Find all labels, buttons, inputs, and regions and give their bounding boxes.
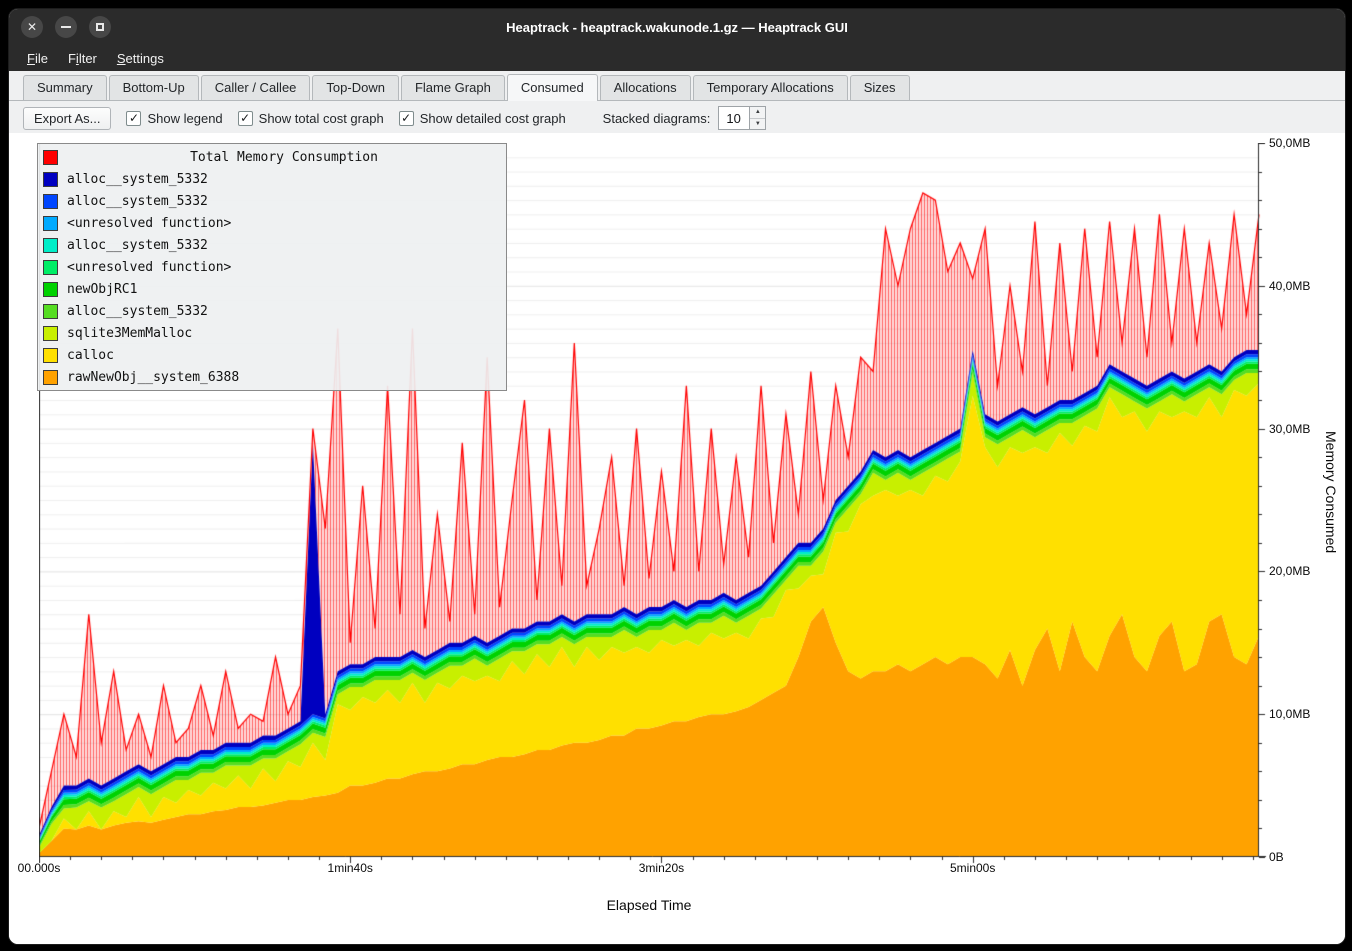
tab-caller-callee[interactable]: Caller / Callee (201, 75, 311, 100)
x-tick-label: 5min00s (950, 861, 995, 875)
x-tick-label: 3min20s (639, 861, 684, 875)
legend-row: <unresolved function> (43, 256, 501, 278)
y-tick-label: 40,0MB (1269, 279, 1310, 293)
app-window: ✕ Heaptrack - heaptrack.wakunode.1.gz — … (8, 8, 1346, 945)
chart-panel: Total Memory Consumption alloc__system_5… (9, 133, 1345, 944)
export-as-button[interactable]: Export As... (23, 107, 111, 130)
legend-title-row: Total Memory Consumption (43, 146, 501, 168)
legend-label: alloc__system_5332 (67, 172, 208, 187)
legend-row: calloc (43, 344, 501, 366)
tab-bottom-up[interactable]: Bottom-Up (109, 75, 199, 100)
x-tick-label: 1min40s (328, 861, 373, 875)
legend-label: alloc__system_5332 (67, 194, 208, 209)
spin-up-button[interactable]: ▲ (750, 107, 765, 119)
legend-color-swatch (43, 238, 58, 253)
y-tick-label: 10,0MB (1269, 707, 1310, 721)
legend-row: sqlite3MemMalloc (43, 322, 501, 344)
window-title: Heaptrack - heaptrack.wakunode.1.gz — He… (9, 20, 1345, 35)
tab-bar: SummaryBottom-UpCaller / CalleeTop-DownF… (9, 71, 1345, 101)
legend-color-swatch (43, 282, 58, 297)
legend-title: Total Memory Consumption (67, 150, 501, 165)
x-axis-title: Elapsed Time (607, 897, 692, 913)
legend-row: <unresolved function> (43, 212, 501, 234)
legend-row: alloc__system_5332 (43, 234, 501, 256)
checkbox-check-icon: ✓ (238, 111, 253, 126)
legend-row: alloc__system_5332 (43, 168, 501, 190)
x-tick-label: 00.000s (18, 861, 61, 875)
checkbox-check-icon: ✓ (399, 111, 414, 126)
tab-allocations[interactable]: Allocations (600, 75, 691, 100)
spin-down-button[interactable]: ▼ (750, 119, 765, 130)
checkbox-show-legend[interactable]: ✓ Show legend (126, 111, 222, 126)
legend-row: alloc__system_5332 (43, 300, 501, 322)
y-tick-label: 20,0MB (1269, 564, 1310, 578)
stacked-diagrams-label: Stacked diagrams: (603, 111, 711, 126)
legend-label: alloc__system_5332 (67, 238, 208, 253)
y-axis-title: Memory Consumed (1323, 431, 1339, 553)
stacked-diagrams-spinbox: 10 ▲ ▼ (718, 106, 766, 130)
menu-filter[interactable]: Filter (58, 48, 107, 69)
legend-label: alloc__system_5332 (67, 304, 208, 319)
title-bar: ✕ Heaptrack - heaptrack.wakunode.1.gz — … (9, 9, 1345, 45)
tab-top-down[interactable]: Top-Down (312, 75, 399, 100)
y-tick-label: 50,0MB (1269, 136, 1310, 150)
legend-label: <unresolved function> (67, 260, 231, 275)
legend-label: <unresolved function> (67, 216, 231, 231)
legend-label: sqlite3MemMalloc (67, 326, 192, 341)
chart-legend: Total Memory Consumption alloc__system_5… (37, 143, 507, 391)
menu-file[interactable]: File (17, 48, 58, 69)
menu-bar: FileFilterSettings (9, 45, 1345, 71)
legend-row: newObjRC1 (43, 278, 501, 300)
legend-items: alloc__system_5332 alloc__system_5332 <unr… (43, 168, 501, 388)
checkbox-show-detailed-cost-graph[interactable]: ✓ Show detailed cost graph (399, 111, 566, 126)
legend-color-swatch (43, 326, 58, 341)
y-tick-label: 0B (1269, 850, 1284, 864)
legend-color-swatch (43, 348, 58, 363)
legend-row: rawNewObj__system_6388 (43, 366, 501, 388)
legend-label: calloc (67, 348, 114, 363)
legend-color-swatch (43, 304, 58, 319)
menu-settings[interactable]: Settings (107, 48, 174, 69)
legend-color-swatch (43, 194, 58, 209)
checkbox-label: Show legend (147, 111, 222, 126)
toolbar: Export As... ✓ Show legend ✓ Show total cos… (9, 101, 1345, 135)
legend-color-swatch (43, 260, 58, 275)
y-tick-label: 30,0MB (1269, 422, 1310, 436)
toolbar-checkboxes: ✓ Show legend ✓ Show total cost graph ✓ Show … (126, 111, 565, 126)
legend-row: alloc__system_5332 (43, 190, 501, 212)
legend-color-swatch (43, 216, 58, 231)
stacked-diagrams-value[interactable]: 10 (719, 107, 749, 129)
spin-buttons: ▲ ▼ (749, 107, 765, 129)
checkbox-label: Show detailed cost graph (420, 111, 566, 126)
tab-flame-graph[interactable]: Flame Graph (401, 75, 505, 100)
checkbox-label: Show total cost graph (259, 111, 384, 126)
checkbox-check-icon: ✓ (126, 111, 141, 126)
legend-label: rawNewObj__system_6388 (67, 370, 239, 385)
checkbox-show-total-cost-graph[interactable]: ✓ Show total cost graph (238, 111, 384, 126)
tab-summary[interactable]: Summary (23, 75, 107, 100)
legend-color-swatch (43, 370, 58, 385)
tab-consumed[interactable]: Consumed (507, 74, 598, 100)
stacked-diagrams-group: Stacked diagrams: 10 ▲ ▼ (603, 106, 767, 130)
legend-color-swatch (43, 172, 58, 187)
tab-sizes[interactable]: Sizes (850, 75, 910, 100)
tab-temporary-allocations[interactable]: Temporary Allocations (693, 75, 848, 100)
legend-title-color-swatch (43, 150, 58, 165)
legend-label: newObjRC1 (67, 282, 137, 297)
